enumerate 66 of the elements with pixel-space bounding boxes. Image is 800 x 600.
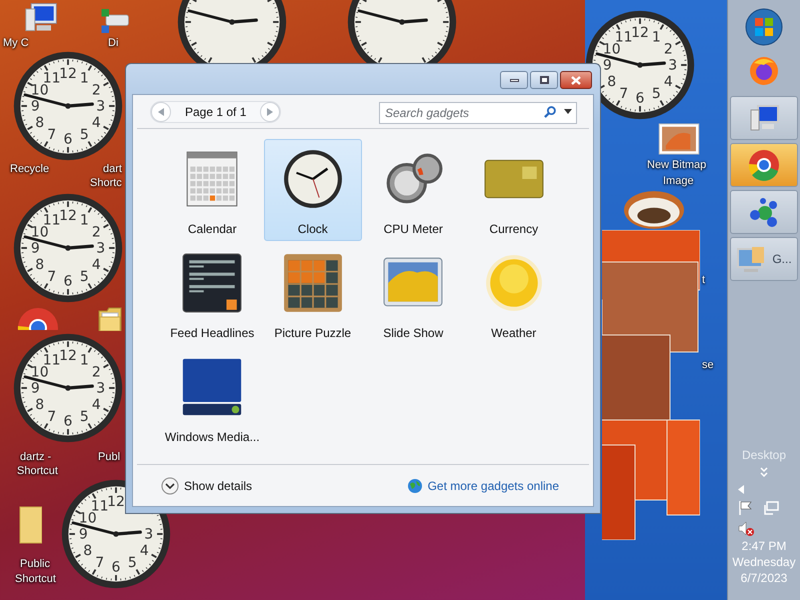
icon-label: Image [663, 174, 694, 188]
gadget-tile[interactable]: Currency [464, 139, 563, 241]
previous-page-button[interactable] [151, 102, 171, 122]
gadget-thumbnail-icon [181, 356, 244, 418]
taskbar-button[interactable] [730, 96, 798, 140]
flag-icon[interactable] [738, 500, 753, 515]
gadget-name: Windows Media... [164, 429, 260, 446]
gadget-tile[interactable]: CPU Meter [364, 139, 462, 241]
gadget-name: Calendar [188, 221, 237, 238]
browser-icon [748, 149, 780, 181]
icon-label: Publ [98, 450, 120, 464]
gadget-thumbnail-icon [282, 148, 344, 210]
taskbar-button[interactable]: G... [730, 237, 798, 281]
desktop-label: Desktop [742, 447, 786, 464]
globe-icon [406, 478, 423, 494]
minimize-button[interactable] [500, 71, 528, 89]
icon-label: Shortcut [17, 464, 58, 478]
gadget-name: Picture Puzzle [274, 325, 352, 342]
search-field[interactable]: Search gadgets [379, 102, 577, 124]
gadget-tile[interactable]: Weather [464, 243, 563, 345]
image-file-icon[interactable] [657, 123, 701, 155]
dropdown-arrow-icon[interactable] [564, 109, 572, 114]
gadget-tile[interactable]: Clock [264, 139, 362, 241]
next-page-button[interactable] [260, 102, 280, 122]
gadget-name: Feed Headlines [170, 325, 254, 342]
gadget-name: Weather [491, 325, 536, 342]
taskbar-button[interactable] [730, 143, 798, 187]
icon-label: t [702, 273, 706, 287]
close-icon [571, 76, 581, 84]
gadget-tile[interactable]: Slide Show [364, 243, 462, 345]
network-icon [748, 196, 780, 228]
icon-label: New Bitmap [647, 158, 706, 172]
chevron-down-icon [161, 476, 179, 494]
start-button-icon[interactable] [745, 8, 783, 46]
gadget-tile[interactable]: Windows Media... [163, 347, 262, 449]
gadget-tile[interactable]: Picture Puzzle [264, 243, 362, 345]
icon-label: Shortc [90, 176, 122, 190]
gadget-thumbnail-icon [181, 252, 244, 314]
right-arrow-icon [267, 108, 274, 116]
icon-label: Recycle [10, 162, 50, 176]
gadget-tile[interactable]: Feed Headlines [163, 243, 262, 345]
get-more-gadgets-link[interactable]: Get more gadgets online [406, 476, 559, 494]
icon-label: Shortcut [15, 572, 56, 586]
gadget-name: Clock [298, 221, 328, 238]
minimize-icon [510, 78, 518, 82]
gadget-tile[interactable]: Calendar [163, 139, 262, 241]
icon-label: My C [3, 36, 29, 50]
gadget-name: Currency [489, 221, 538, 238]
speaker-muted-icon[interactable] [738, 521, 754, 536]
maximize-icon [540, 76, 548, 84]
maximize-button[interactable] [530, 71, 558, 89]
search-icon[interactable] [544, 106, 556, 118]
gadget-name: Slide Show [383, 325, 444, 342]
gadget-name: CPU Meter [384, 221, 443, 238]
close-button[interactable] [560, 71, 592, 89]
browser-icon [748, 55, 780, 87]
icon-label: Di [108, 36, 118, 50]
icon-label: dart [103, 162, 122, 176]
folder-icon[interactable] [18, 505, 42, 545]
icon-label: Public [20, 557, 50, 571]
page-indicator: Page 1 of 1 [184, 104, 248, 120]
icon-label: dartz - [20, 450, 52, 464]
icon-label: se [702, 358, 714, 372]
gadget-thumbnail-icon [282, 252, 344, 314]
left-arrow-icon [158, 108, 164, 116]
taskbar-button[interactable] [730, 190, 798, 234]
